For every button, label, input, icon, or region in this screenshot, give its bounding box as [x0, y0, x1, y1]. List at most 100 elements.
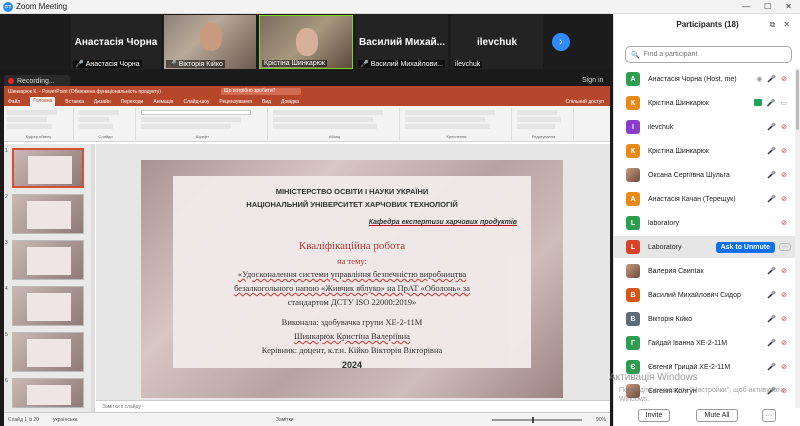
slide-canvas: МІНІСТЕРСТВО ОСВІТИ І НАУКИ УКРАЇНИ НАЦІ… [96, 144, 610, 400]
participants-scrollbar[interactable] [795, 68, 800, 408]
avatar [626, 168, 640, 182]
close-panel-icon[interactable]: ✕ [783, 20, 790, 30]
recording-label: Recording... [17, 77, 55, 85]
ppt-tab[interactable]: Слайд-шоу [183, 99, 209, 105]
ribbon-group-label: Буфер обміну [25, 134, 52, 139]
ppt-tab[interactable]: Довідка [281, 99, 299, 105]
ribbon-group-slides[interactable]: Слайди [76, 108, 136, 140]
participant-row[interactable]: Iilevchuk 🎤 ⊘ [614, 116, 795, 138]
camera-icon[interactable]: ▭ [780, 99, 787, 107]
status-notes-button[interactable]: Замітки [276, 417, 294, 423]
invite-button[interactable]: Invite [638, 408, 670, 422]
thumbnails-scrollbar[interactable] [91, 144, 95, 412]
participant-row[interactable]: В Василий Михайлович Сидор 🎤 ⊘ [614, 284, 795, 306]
mic-icon[interactable]: 🎤 [767, 123, 776, 131]
participant-name: Laboratory [648, 243, 682, 251]
ppt-tab[interactable]: Рецензування [219, 99, 252, 105]
video-tile[interactable]: ilevchuk ilevchuk [451, 15, 543, 69]
window-titlebar: zm Zoom Meeting — ☐ ✕ [0, 0, 800, 14]
slide-on-topic: на тему: [337, 256, 367, 266]
ppt-tab[interactable]: Файл [8, 99, 20, 105]
ppt-tab[interactable]: Анімація [153, 99, 173, 105]
camera-off-icon[interactable]: ⊘ [781, 147, 787, 155]
participant-row[interactable]: L Laboratory Ask to Unmute ··· [614, 236, 795, 258]
participant-row[interactable]: Оксана Сергіївна Шульга 🎤 ⊘ [614, 164, 795, 186]
participant-row[interactable]: А Анастасія Чорна (Host, me) ◉ 🎤 ⊘ [614, 68, 795, 90]
camera-off-icon[interactable]: ⊘ [781, 219, 787, 227]
screen-share-icon[interactable]: ◉ [756, 75, 762, 83]
ribbon-group-paragraph[interactable]: Абзац [270, 108, 400, 140]
participant-row[interactable]: К Крістіна Шинкарюк 🎤 ⊘ [614, 140, 795, 162]
close-button[interactable]: ✕ [785, 2, 792, 11]
camera-off-icon[interactable]: ⊘ [781, 267, 787, 275]
ribbon-group-editing[interactable]: Редагування [514, 108, 574, 140]
green-status-icon[interactable] [753, 99, 762, 106]
camera-off-icon[interactable]: ⊘ [781, 75, 787, 83]
more-options-button[interactable]: ··· [762, 408, 776, 422]
sign-in-link[interactable]: Sign in [582, 77, 603, 84]
mic-off-icon[interactable]: 🎤 [767, 315, 776, 323]
video-tile-active-speaker[interactable]: Крістіна Шинкарюк [259, 15, 353, 69]
participant-row[interactable]: Валерия Свиntак 🎤 ⊘ [614, 260, 795, 282]
participant-video-face [296, 28, 318, 56]
participant-name: ilevchuk [648, 123, 674, 131]
slide-thumbnail-selected[interactable] [12, 148, 84, 188]
mic-off-icon[interactable]: 🎤 [767, 195, 776, 203]
mic-icon[interactable]: 🎤 [767, 99, 776, 107]
ribbon-group-drawing[interactable]: Креслення [402, 108, 512, 140]
ppt-search-box[interactable]: Що потрібно зробити? [220, 88, 301, 95]
camera-off-icon[interactable]: ⊘ [781, 291, 787, 299]
participant-row[interactable]: Г Гайдай Іванна ХЕ-2-11М 🎤 ⊘ [614, 332, 795, 354]
slide-university: НАЦІОНАЛЬНИЙ УНІВЕРСИТЕТ ХАРЧОВИХ ТЕХНОЛ… [246, 200, 458, 209]
mic-off-icon[interactable]: 🎤 [767, 339, 776, 347]
ppt-titlebar: Шинкарюк К. - PowerPoint (Обмежена функц… [4, 86, 610, 97]
slide-thumbnail[interactable] [12, 378, 84, 408]
slide-notes-field[interactable]: Замітки к слайду [96, 400, 610, 412]
participant-more-button[interactable]: ··· [779, 243, 791, 251]
participant-row[interactable]: К Крістіна Шинкарюк 🎤 ▭ [614, 92, 795, 114]
camera-off-icon[interactable]: ⊘ [781, 123, 787, 131]
participant-row[interactable]: Llaboratory ⊘ [614, 212, 795, 234]
mic-off-icon[interactable]: 🎤 [767, 291, 776, 299]
ppt-tab-active[interactable]: Головна [30, 97, 56, 106]
zoom-slider[interactable] [491, 416, 582, 423]
mic-off-icon[interactable]: 🎤 [767, 267, 776, 275]
pop-out-icon[interactable]: ⧉ [770, 20, 776, 30]
participant-search-input[interactable] [643, 51, 784, 58]
ppt-tab[interactable]: Вставка [65, 99, 84, 105]
slide-work-title: Кваліфікаційна робота [298, 240, 406, 252]
camera-off-icon[interactable]: ⊘ [781, 339, 787, 347]
ppt-tab[interactable]: Дизайн [94, 99, 111, 105]
minimize-button[interactable]: — [742, 2, 750, 11]
video-tile[interactable]: Анастасія Чорна 🎤 Анастасія Чорна [71, 15, 161, 69]
mute-all-button[interactable]: Mute All [696, 408, 738, 422]
participant-search[interactable]: 🔍 [625, 46, 792, 63]
zoom-level[interactable]: 90% [596, 417, 606, 423]
slide-thumbnail[interactable] [12, 332, 84, 372]
camera-off-icon[interactable]: ⊘ [781, 315, 787, 323]
slide-thumbnail[interactable] [12, 240, 84, 280]
participant-row[interactable]: В Вікторія Кійко 🎤 ⊘ [614, 308, 795, 330]
ppt-tab[interactable]: Вид [262, 99, 271, 105]
video-tile[interactable]: 🎤 Вікторія Кійко [164, 15, 256, 69]
camera-off-icon[interactable]: ⊘ [781, 195, 787, 203]
slide-thumbnail[interactable] [12, 194, 84, 234]
next-page-icon[interactable]: › [552, 33, 570, 51]
current-slide[interactable]: МІНІСТЕРСТВО ОСВІТИ І НАУКИ УКРАЇНИ НАЦІ… [141, 160, 563, 398]
video-tile[interactable]: Василий Михай... 🎤 Василий Михайлови... [356, 15, 448, 69]
ask-to-unmute-button[interactable]: Ask to Unmute [715, 241, 775, 253]
mic-off-icon[interactable]: 🎤 [767, 363, 776, 371]
mic-off-icon[interactable]: 🎤 [767, 75, 776, 83]
ppt-share-button[interactable]: Спільний доступ [566, 99, 610, 105]
slide-thumbnail[interactable] [12, 286, 84, 326]
ribbon-group-clipboard[interactable]: Буфер обміну [4, 108, 74, 140]
ribbon-group-font[interactable]: Шрифт [138, 108, 268, 140]
camera-off-icon[interactable]: ⊘ [781, 363, 787, 371]
mic-icon[interactable]: 🎤 [767, 147, 776, 155]
maximize-button[interactable]: ☐ [764, 2, 771, 11]
mic-off-icon[interactable]: 🎤 [767, 171, 776, 179]
participant-row[interactable]: А Анастасія Качан (Терещук) 🎤 ⊘ [614, 188, 795, 210]
tile-display-name: ilevchuk [476, 37, 518, 48]
camera-off-icon[interactable]: ⊘ [781, 171, 787, 179]
ppt-tab[interactable]: Переходи [121, 99, 144, 105]
